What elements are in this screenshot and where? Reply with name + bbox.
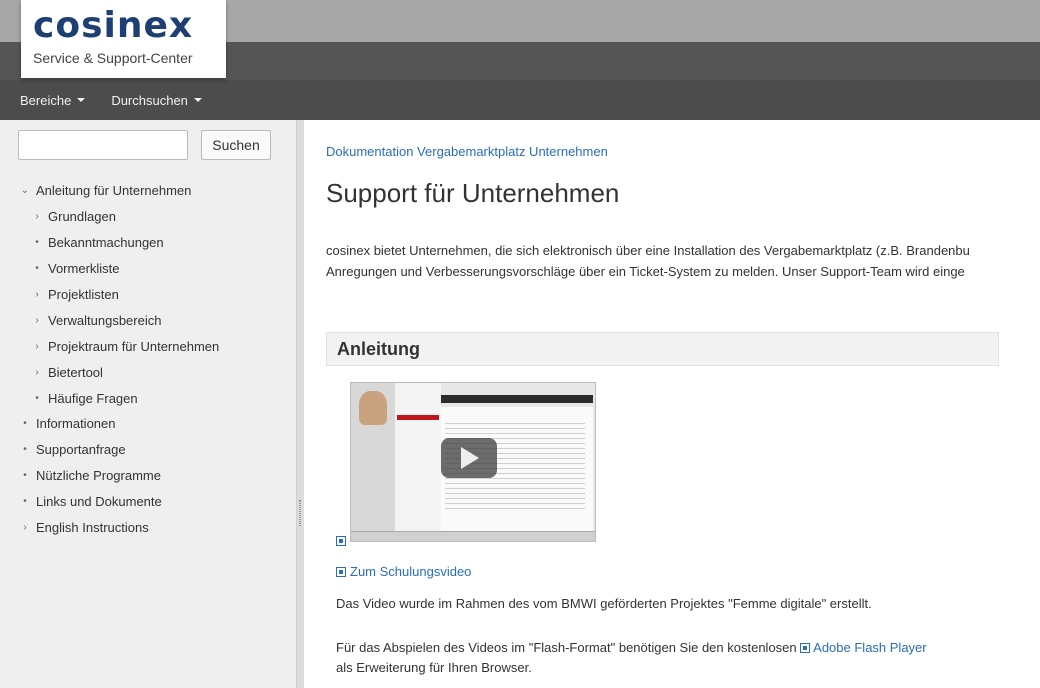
- chevron-right-icon: ›: [35, 211, 39, 223]
- sidebar-item[interactable]: › Bietertool: [0, 359, 295, 385]
- main-content: Dokumentation Vergabemarktplatz Unterneh…: [326, 120, 1040, 688]
- bullet-icon: •: [23, 444, 27, 456]
- sidebar-item[interactable]: › Verwaltungsbereich: [0, 307, 295, 333]
- sidebar-item-label: Vormerkliste: [48, 261, 120, 277]
- bullet-icon: •: [35, 237, 39, 249]
- intro-text: cosinex bietet Unternehmen, die sich ele…: [326, 240, 1040, 282]
- sidebar-item[interactable]: › Projektlisten: [0, 282, 295, 308]
- external-link-icon: [336, 567, 346, 577]
- bullet-icon: •: [35, 263, 39, 275]
- section-heading-anleitung: Anleitung: [326, 332, 999, 366]
- sidebar-item-label: Supportanfrage: [36, 442, 126, 458]
- sidebar-tree: ⌄ Anleitung für Unternehmen › Grundlagen • Be…: [0, 178, 295, 540]
- nav-bereiche-label: Bereiche: [20, 92, 72, 108]
- external-link-icon[interactable]: [336, 536, 346, 546]
- sidebar-item-label: Anleitung für Unternehmen: [36, 183, 192, 199]
- sidebar-item[interactable]: • Häufige Fragen: [0, 385, 295, 411]
- flash-note-text-end: als Erweiterung für Ihren Browser.: [336, 660, 532, 675]
- sidebar-item-label: Häufige Fragen: [48, 390, 138, 406]
- sidebar-item-label: Grundlagen: [48, 209, 116, 225]
- video-menu-highlight: [397, 415, 439, 420]
- video-note: Das Video wurde im Rahmen des vom BMWI g…: [336, 596, 872, 611]
- search-button[interactable]: Suchen: [201, 130, 271, 160]
- sidebar-item[interactable]: › Projektraum für Unternehmen: [0, 333, 295, 359]
- sidebar-item[interactable]: • Informationen: [0, 411, 295, 437]
- sidebar-item[interactable]: • Vormerkliste: [0, 256, 295, 282]
- page-title: Support für Unternehmen: [326, 178, 620, 208]
- sidebar-item[interactable]: • Nützliche Programme: [0, 463, 295, 489]
- chevron-right-icon: ›: [35, 340, 39, 352]
- video-presenter-image: [359, 391, 387, 425]
- video-controls-bar: [351, 531, 595, 541]
- external-link-icon: [800, 643, 811, 653]
- flash-note: Für das Abspielen des Videos im "Flash-F…: [336, 638, 927, 678]
- main-navbar: Bereiche Durchsuchen: [0, 80, 1040, 120]
- bullet-icon: •: [23, 418, 27, 430]
- logo-wordmark: cosinex: [33, 5, 194, 46]
- nav-bereiche[interactable]: Bereiche: [20, 92, 86, 108]
- caret-down-icon: [193, 98, 202, 102]
- video-link[interactable]: Zum Schulungsvideo: [336, 564, 471, 579]
- play-icon[interactable]: [441, 438, 497, 478]
- video-menu-panel: [395, 383, 441, 531]
- chevron-right-icon: ›: [35, 289, 39, 300]
- sidebar-item-label: Informationen: [36, 416, 116, 432]
- chevron-right-icon: ›: [35, 314, 39, 326]
- video-thumbnail[interactable]: [350, 382, 596, 542]
- sidebar-item[interactable]: ⌄ Anleitung für Unternehmen: [0, 178, 295, 204]
- resize-grip-icon[interactable]: [299, 500, 301, 526]
- video-top-bar: [441, 395, 593, 403]
- nav-durchsuchen[interactable]: Durchsuchen: [111, 93, 202, 108]
- chevron-right-icon: ›: [35, 366, 39, 378]
- sidebar-item-label: Bietertool: [48, 364, 103, 380]
- logo[interactable]: cosinex Service & Support-Center: [21, 0, 226, 78]
- sidebar-item-label: Bekanntmachungen: [48, 235, 164, 251]
- sidebar-item[interactable]: • Supportanfrage: [0, 437, 295, 463]
- flash-player-link[interactable]: Adobe Flash Player: [800, 640, 927, 655]
- chevron-right-icon: ›: [23, 522, 27, 534]
- sidebar-item[interactable]: › English Instructions: [0, 515, 295, 541]
- sidebar-item-label: Nützliche Programme: [36, 468, 161, 484]
- intro-line-1: cosinex bietet Unternehmen, die sich ele…: [326, 243, 970, 258]
- intro-line-2: Anregungen und Verbesserungsvorschläge ü…: [326, 264, 965, 279]
- logo-subtitle: Service & Support-Center: [33, 50, 193, 66]
- sidebar-item-label: Verwaltungsbereich: [48, 312, 162, 328]
- chevron-down-icon: ⌄: [20, 185, 30, 197]
- search-input[interactable]: [18, 130, 188, 160]
- flash-player-link-label: Adobe Flash Player: [813, 640, 927, 655]
- bullet-icon: •: [23, 496, 27, 508]
- nav-durchsuchen-label: Durchsuchen: [111, 92, 188, 108]
- sidebar-item-label: English Instructions: [36, 520, 149, 536]
- sidebar-item-label: Projektlisten: [48, 287, 119, 302]
- bullet-icon: •: [23, 470, 27, 482]
- sidebar-item[interactable]: • Links und Dokumente: [0, 489, 295, 515]
- sidebar-item[interactable]: • Bekanntmachungen: [0, 230, 295, 256]
- sidebar-item-label: Links und Dokumente: [36, 494, 162, 510]
- video-link-label: Zum Schulungsvideo: [350, 564, 472, 579]
- breadcrumb[interactable]: Dokumentation Vergabemarktplatz Unterneh…: [326, 144, 608, 159]
- flash-note-text: Für das Abspielen des Videos im "Flash-F…: [336, 640, 801, 655]
- bullet-icon: •: [35, 392, 39, 404]
- caret-down-icon: [77, 98, 86, 102]
- sidebar-resizer[interactable]: [296, 120, 304, 688]
- sidebar-item-label: Projektraum für Unternehmen: [48, 338, 220, 354]
- sidebar-item[interactable]: › Grundlagen: [0, 204, 295, 230]
